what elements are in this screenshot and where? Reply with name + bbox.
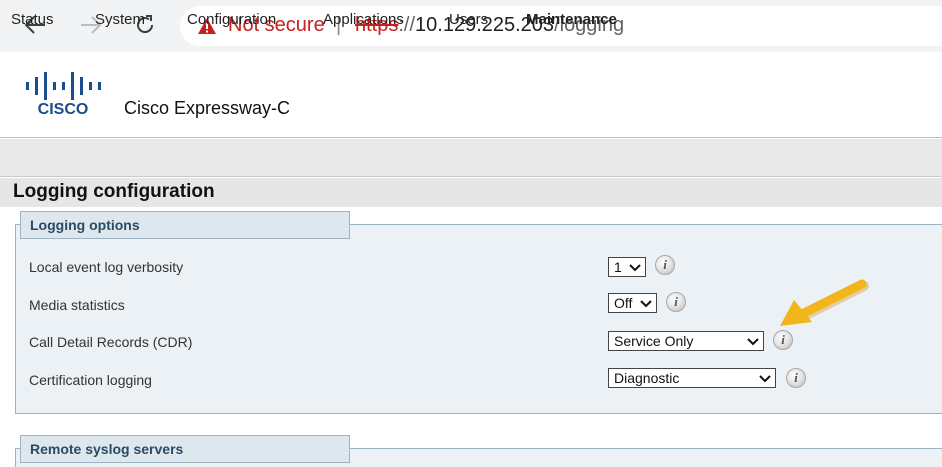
info-icon[interactable]: i (655, 255, 675, 275)
select-value: 1 (614, 259, 622, 275)
pointer-arrow-icon (780, 279, 869, 326)
chevron-down-icon (759, 375, 771, 383)
local-event-log-verbosity-select[interactable]: 1 (608, 257, 646, 277)
main-menu (0, 139, 942, 177)
menu-status[interactable]: Status (11, 11, 54, 28)
row-label-certification-logging: Certification logging (29, 372, 152, 388)
logo-text: CISCO (38, 101, 89, 117)
select-value: Diagnostic (614, 370, 680, 386)
row-label-call-detail-records: Call Detail Records (CDR) (29, 334, 193, 350)
chevron-down-icon (629, 264, 641, 272)
app-header (0, 52, 942, 138)
menu-users[interactable]: Users (449, 11, 488, 28)
logging-options-title: Logging options (30, 217, 140, 233)
info-icon[interactable]: i (786, 368, 806, 388)
row-label-local-event-log-verbosity: Local event log verbosity (29, 259, 184, 275)
certification-logging-select[interactable]: Diagnostic (608, 368, 776, 388)
select-value: Off (614, 295, 633, 311)
row-label-media-statistics: Media statistics (29, 297, 125, 313)
menu-applications[interactable]: Applications (323, 11, 404, 28)
chevron-down-icon (640, 300, 652, 308)
product-name: Cisco Expressway-C (124, 98, 291, 118)
media-statistics-select[interactable]: Off (608, 293, 657, 313)
menu-maintenance[interactable]: Maintenance (526, 11, 617, 28)
remote-syslog-title: Remote syslog servers (30, 441, 184, 457)
chevron-down-icon (747, 338, 759, 346)
page-title: Logging configuration (13, 181, 215, 202)
info-icon[interactable]: i (666, 292, 686, 312)
menu-configuration[interactable]: Configuration (187, 11, 276, 28)
cisco-logo: CISCO (26, 72, 101, 117)
call-detail-records-select[interactable]: Service Only (608, 331, 764, 351)
select-value: Service Only (614, 333, 694, 349)
menu-system[interactable]: System (95, 11, 145, 28)
